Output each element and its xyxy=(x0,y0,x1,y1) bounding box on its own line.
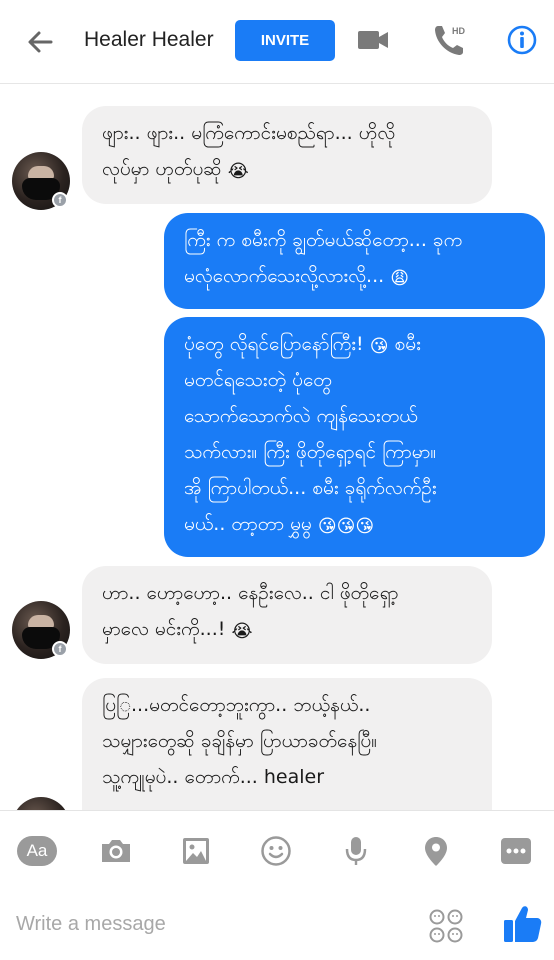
message-text: အို ကြာပါတယ်... စမီး ခုရိုက်လက်ဦး xyxy=(184,477,437,499)
message-text: မတင်ရသေးတဲ့ ပုံတွေ xyxy=(184,369,332,391)
composer-toolbar: Aa xyxy=(0,810,554,890)
stickers-button[interactable] xyxy=(428,908,464,944)
message-bubble-incoming[interactable]: ဖျား.. ဖျား.. မကြံကောင်းမစည်ရာ... ဟိုလို… xyxy=(82,106,492,204)
message-text: ပြြ...မတင်တော့ဘူးကွာ.. ဘယ့်နယ်.. xyxy=(102,694,371,716)
svg-text:HD: HD xyxy=(452,26,465,36)
video-call-button[interactable] xyxy=(353,20,393,60)
message-text: ပုံတွေ လိုရင်ပြောနော်ကြီး! 😘 စမီး xyxy=(184,333,421,357)
message-bubble-incoming[interactable]: ဟာ.. ဟော့ဟော့.. နေဦးလေ.. ငါ ဖိုတိုရှော့ … xyxy=(82,566,492,664)
message-text: သူ့ကျုမုပဲ.. တောက်... healer xyxy=(102,766,325,788)
voice-message-button[interactable] xyxy=(336,831,376,871)
crying-emoji-icon: 😭 xyxy=(227,161,249,182)
message-composer xyxy=(0,890,554,960)
message-text: မှာလေ မင်းကို...! 😭 xyxy=(102,618,253,642)
message-text: မလုံလောက်သေးလို့လားလို့... 😩 xyxy=(184,265,409,289)
text-format-button[interactable]: Aa xyxy=(16,831,58,871)
message-text: ဟာ.. ဟော့ဟော့.. နေဦးလေ.. ငါ ဖိုတိုရှော့ xyxy=(102,582,399,604)
camera-icon xyxy=(102,840,130,862)
message-input[interactable] xyxy=(16,906,396,942)
text-format-icon: Aa xyxy=(17,836,57,866)
message-list[interactable]: f ဖျား.. ဖျား.. မကြံကောင်းမစည်ရာ... ဟိုလ… xyxy=(0,85,554,810)
message-text: သက်လား။ ကြီး ဖိုတိုရှော့ရင် ကြာမှာ။ xyxy=(184,441,437,463)
messenger-badge-icon: f xyxy=(52,192,68,208)
crying-emoji-icon: 😭 xyxy=(231,621,253,642)
location-pin-icon xyxy=(425,837,447,866)
conversation-header: Healer Healer INVITE HD xyxy=(0,0,554,84)
image-icon xyxy=(183,838,209,864)
contact-avatar[interactable] xyxy=(12,797,70,810)
message-text: သမျှားတွေဆို ခုချိန်မှာ ပြာယာခတ်နေပြီ။ xyxy=(102,730,377,752)
location-button[interactable] xyxy=(416,831,456,871)
hd-phone-icon: HD xyxy=(435,26,465,55)
message-bubble-outgoing[interactable]: ကြီး က စမီးကို ချွတ်မယ်ဆိုတော့... ခုက မလ… xyxy=(164,213,545,309)
message-bubble-outgoing[interactable]: ပုံတွေ လိုရင်ပြောနော်ကြီး! 😘 စမီး မတင်ရသ… xyxy=(164,317,545,557)
gallery-button[interactable] xyxy=(176,831,216,871)
thumbs-up-icon xyxy=(504,906,542,942)
message-text: လုပ်မှာ ဟုတ်ပုဆို 😭 xyxy=(102,158,249,182)
camera-button[interactable] xyxy=(96,831,136,871)
like-button[interactable] xyxy=(500,902,544,946)
message-text: သောက်သောက်လဲ ကျန်သေးတယ် xyxy=(184,405,418,427)
emoji-button[interactable] xyxy=(256,831,296,871)
video-camera-icon xyxy=(358,31,388,49)
contact-name[interactable]: Healer Healer xyxy=(84,28,214,52)
message-text: ဖျား.. ဖျား.. မကြံကောင်းမစည်ရာ... ဟိုလို xyxy=(102,122,396,144)
microphone-icon xyxy=(345,837,367,865)
kiss-emoji-icon: 😘😘😘 xyxy=(317,516,375,537)
message-text: မယ်.. တာ့တာ မွှမွ 😘😘😘 xyxy=(184,513,375,537)
back-arrow-icon xyxy=(28,31,53,53)
message-bubble-incoming[interactable]: ပြြ...မတင်တော့ဘူးကွာ.. ဘယ့်နယ်.. သမျှားတ… xyxy=(82,678,492,810)
message-text: ကြီး က စမီးကို ချွတ်မယ်ဆိုတော့... ခုက xyxy=(184,229,463,251)
kiss-emoji-icon: 😘 xyxy=(369,336,389,357)
messenger-badge-icon: f xyxy=(52,641,68,657)
smiley-icon xyxy=(261,836,291,866)
info-button[interactable] xyxy=(502,20,542,60)
stickers-icon xyxy=(429,909,463,943)
voice-call-button[interactable]: HD xyxy=(430,20,470,60)
more-icon xyxy=(501,838,531,864)
back-button[interactable] xyxy=(22,24,58,60)
weary-emoji-icon: 😩 xyxy=(390,268,409,289)
more-button[interactable] xyxy=(496,831,536,871)
info-icon xyxy=(507,25,537,55)
invite-button[interactable]: INVITE xyxy=(235,20,335,61)
